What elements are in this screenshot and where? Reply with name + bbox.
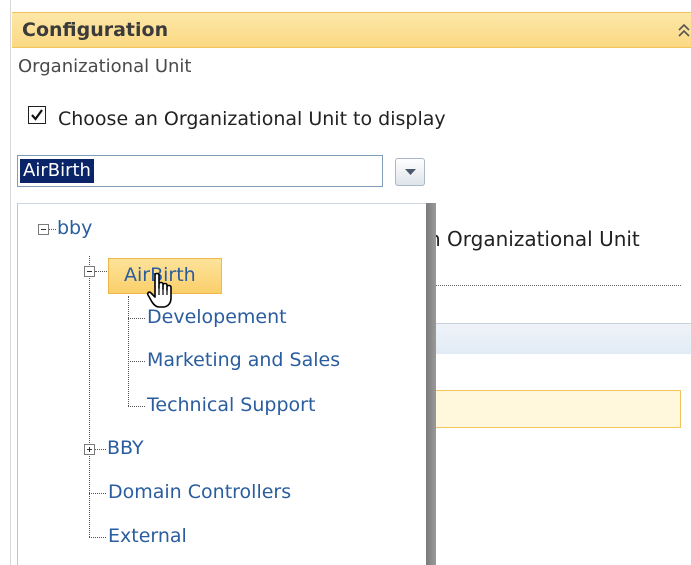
configuration-header[interactable]: Configuration <box>12 12 691 48</box>
ou-combo-input[interactable]: AirBirth <box>17 155 383 187</box>
check-icon <box>31 109 43 121</box>
background-panel <box>428 323 691 565</box>
tree-connector <box>49 229 56 230</box>
tree-connector <box>89 537 106 538</box>
plus-box-icon[interactable] <box>84 444 95 455</box>
background-panel-band <box>429 324 691 354</box>
configuration-title: Configuration <box>22 19 169 41</box>
tree-node-bby[interactable]: bby <box>57 217 92 239</box>
chevron-down-icon <box>405 169 416 175</box>
background-divider <box>428 285 681 286</box>
tree-connector <box>128 406 145 407</box>
tree-node-external[interactable]: External <box>108 525 187 547</box>
display-ou-checkbox[interactable] <box>28 106 46 124</box>
tree-node-domain-controllers[interactable]: Domain Controllers <box>108 481 291 503</box>
combo-selected-value: AirBirth <box>20 159 94 183</box>
minus-box-icon[interactable] <box>84 266 95 277</box>
tree-connector <box>95 271 107 272</box>
background-highlight-row <box>428 390 681 428</box>
tree-node-technical-support[interactable]: Technical Support <box>147 394 315 416</box>
minus-box-icon[interactable] <box>38 224 49 235</box>
dropdown-scrollbar[interactable] <box>426 203 436 565</box>
tree-node-bby-child[interactable]: BBY <box>107 437 144 459</box>
tree-connector <box>95 449 106 450</box>
tree-connector <box>89 256 90 537</box>
tree-connector <box>128 361 145 362</box>
checkbox-label: Choose an Organizational Unit to display <box>58 108 446 130</box>
background-ou-label: n Organizational Unit <box>428 227 640 251</box>
tree-connector <box>89 493 106 494</box>
combo-dropdown-button[interactable] <box>395 158 425 186</box>
tree-connector <box>128 318 145 319</box>
page-edge <box>10 0 11 565</box>
double-chevron-up-icon[interactable] <box>677 22 691 40</box>
hand-pointer-icon <box>146 272 172 308</box>
section-label: Organizational Unit <box>18 56 192 77</box>
tree-node-marketing-and-sales[interactable]: Marketing and Sales <box>147 349 340 371</box>
tree-connector <box>128 296 129 406</box>
